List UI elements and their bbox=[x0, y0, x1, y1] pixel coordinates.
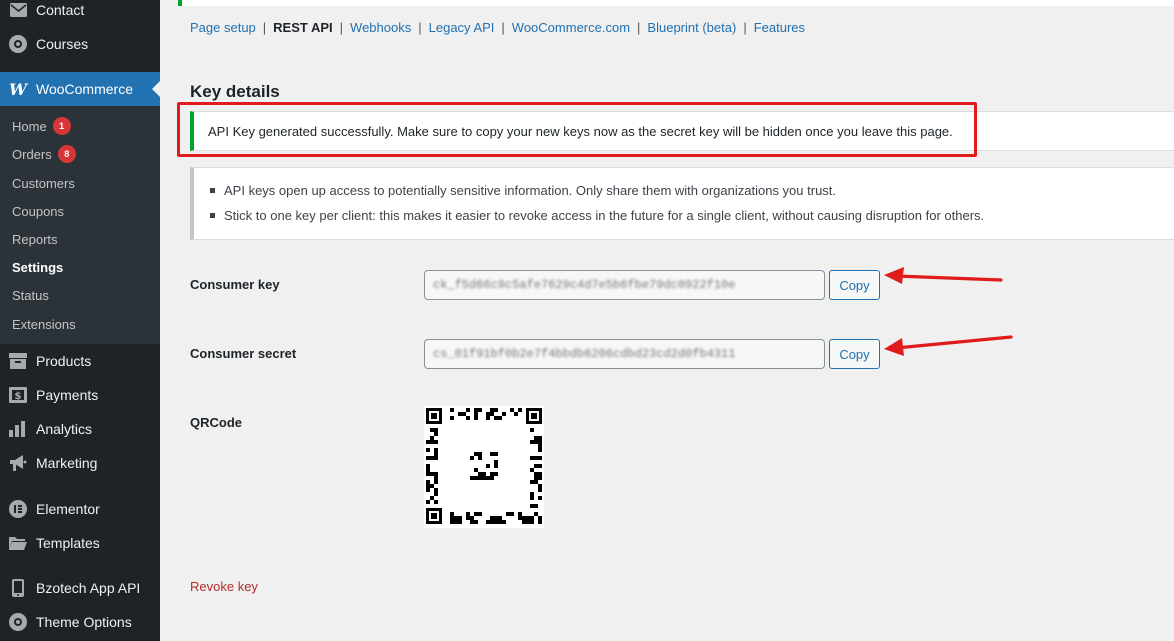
copy-consumer-key-button[interactable]: Copy bbox=[829, 270, 880, 300]
menu-item-label: Templates bbox=[36, 535, 100, 551]
notification-badge: 8 bbox=[57, 145, 76, 163]
submenu-item-customers[interactable]: Customers bbox=[12, 173, 75, 193]
qrcode-label: QRCode bbox=[190, 415, 242, 430]
revoke-key-link[interactable]: Revoke key bbox=[190, 579, 258, 594]
svg-text:$: $ bbox=[15, 391, 22, 402]
info-list-item: API keys open up access to potentially s… bbox=[208, 178, 1174, 203]
separator: | bbox=[418, 20, 422, 35]
menu-item-label: Payments bbox=[36, 387, 99, 403]
woocommerce-submenu: Home 1 Orders 8 Customers Coupons Report… bbox=[0, 106, 160, 344]
menu-item-label: Elementor bbox=[36, 501, 100, 517]
separator: | bbox=[339, 20, 344, 35]
menu-item-templates[interactable]: Templates bbox=[0, 526, 160, 560]
submenu-item-settings[interactable]: Settings bbox=[12, 257, 63, 277]
tab-features[interactable]: Features bbox=[754, 20, 805, 35]
submenu-label: Status bbox=[12, 287, 49, 303]
megaphone-icon bbox=[8, 453, 28, 473]
submenu-label: Extensions bbox=[12, 316, 76, 332]
bar-chart-icon bbox=[8, 419, 28, 439]
separator: | bbox=[262, 20, 267, 35]
menu-item-label: WooCommerce bbox=[36, 81, 133, 97]
consumer-secret-value: cs_01f91bf0b2e7f4bbdb6206cdbd23cd2d0fb43… bbox=[433, 347, 736, 361]
submenu-item-reports[interactable]: Reports bbox=[12, 229, 58, 249]
previous-notice-edge bbox=[178, 0, 1174, 6]
menu-item-elementor[interactable]: Elementor bbox=[0, 492, 160, 526]
tab-page-setup[interactable]: Page setup bbox=[190, 20, 256, 35]
gear-icon bbox=[8, 612, 28, 632]
elementor-icon bbox=[8, 499, 28, 519]
annotation-arrow-icon bbox=[884, 335, 1013, 356]
info-notice: API keys open up access to potentially s… bbox=[190, 167, 1174, 240]
menu-item-label: Analytics bbox=[36, 421, 93, 437]
submenu-label: Reports bbox=[12, 231, 58, 247]
menu-item-label: Bzotech App API bbox=[36, 580, 141, 596]
main-content: Page setup | REST API | Webhooks | Legac… bbox=[160, 0, 1174, 641]
active-indicator-arrow bbox=[152, 81, 160, 97]
info-list-item: Stick to one key per client: this makes … bbox=[208, 203, 1174, 228]
page-title: Key details bbox=[190, 82, 280, 101]
submenu-label: Orders bbox=[12, 146, 52, 162]
tab-webhooks[interactable]: Webhooks bbox=[350, 20, 411, 35]
payments-icon: $ bbox=[8, 385, 28, 405]
menu-item-contact[interactable]: Contact bbox=[0, 0, 160, 27]
tab-blueprint-beta[interactable]: Blueprint (beta) bbox=[647, 20, 736, 35]
submenu-item-extensions[interactable]: Extensions bbox=[12, 314, 76, 334]
menu-item-label: Theme Options bbox=[36, 614, 132, 630]
tab-legacy-api[interactable]: Legacy API bbox=[429, 20, 495, 35]
menu-item-theme-options[interactable]: Theme Options bbox=[0, 605, 160, 639]
settings-subsubsub-nav: Page setup | REST API | Webhooks | Legac… bbox=[190, 20, 805, 35]
annotation-highlight-box bbox=[177, 102, 977, 157]
menu-item-payments[interactable]: $ Payments bbox=[0, 378, 160, 412]
copy-consumer-secret-button[interactable]: Copy bbox=[829, 339, 880, 369]
gear-icon bbox=[8, 34, 28, 54]
tab-woocommerce-com[interactable]: WooCommerce.com bbox=[512, 20, 630, 35]
submenu-label: Coupons bbox=[12, 203, 65, 219]
separator: | bbox=[501, 20, 505, 35]
notification-badge: 1 bbox=[52, 117, 71, 135]
submenu-label: Home bbox=[12, 118, 47, 134]
menu-item-woocommerce[interactable]: W WooCommerce bbox=[0, 72, 160, 106]
menu-item-analytics[interactable]: Analytics bbox=[0, 412, 160, 446]
submenu-item-home[interactable]: Home 1 bbox=[12, 116, 71, 136]
submenu-item-status[interactable]: Status bbox=[12, 285, 49, 305]
consumer-secret-label: Consumer secret bbox=[190, 346, 297, 361]
menu-item-marketing[interactable]: Marketing bbox=[0, 446, 160, 480]
qr-code-image bbox=[424, 406, 544, 528]
submenu-label: Customers bbox=[12, 175, 75, 191]
qr-code-icon bbox=[426, 408, 542, 524]
menu-item-products[interactable]: Products bbox=[0, 344, 160, 378]
phone-icon bbox=[8, 578, 28, 598]
tab-rest-api[interactable]: REST API bbox=[273, 20, 332, 35]
menu-item-label: Products bbox=[36, 353, 92, 369]
menu-item-label: Courses bbox=[36, 36, 89, 52]
annotation-arrow-icon bbox=[884, 267, 1003, 284]
consumer-secret-field[interactable]: cs_01f91bf0b2e7f4bbdb6206cdbd23cd2d0fb43… bbox=[424, 339, 825, 369]
info-list: API keys open up access to potentially s… bbox=[208, 178, 1174, 228]
woocommerce-logo-icon: W bbox=[9, 79, 27, 99]
consumer-key-field[interactable]: ck_f5d66c9c5afe7629c4d7e5b6fbe79dc0922f1… bbox=[424, 270, 825, 300]
folder-icon bbox=[8, 533, 28, 553]
submenu-label: Settings bbox=[12, 259, 64, 275]
submenu-item-coupons[interactable]: Coupons bbox=[12, 201, 64, 221]
mail-icon bbox=[8, 0, 28, 20]
menu-item-label: Marketing bbox=[36, 455, 98, 471]
menu-item-bzotech-app-api[interactable]: Bzotech App API bbox=[0, 571, 160, 605]
menu-item-courses[interactable]: Courses bbox=[0, 27, 160, 61]
consumer-key-label: Consumer key bbox=[190, 277, 280, 292]
consumer-key-value: ck_f5d66c9c5afe7629c4d7e5b6fbe79dc0922f1… bbox=[433, 278, 736, 292]
menu-item-label: Contact bbox=[36, 2, 85, 18]
admin-sidebar: Contact Courses W WooCommerce Home 1 Ord… bbox=[0, 0, 160, 641]
submenu-item-orders[interactable]: Orders 8 bbox=[12, 144, 76, 164]
separator: | bbox=[637, 20, 641, 35]
archive-icon bbox=[8, 351, 28, 371]
separator: | bbox=[743, 20, 747, 35]
